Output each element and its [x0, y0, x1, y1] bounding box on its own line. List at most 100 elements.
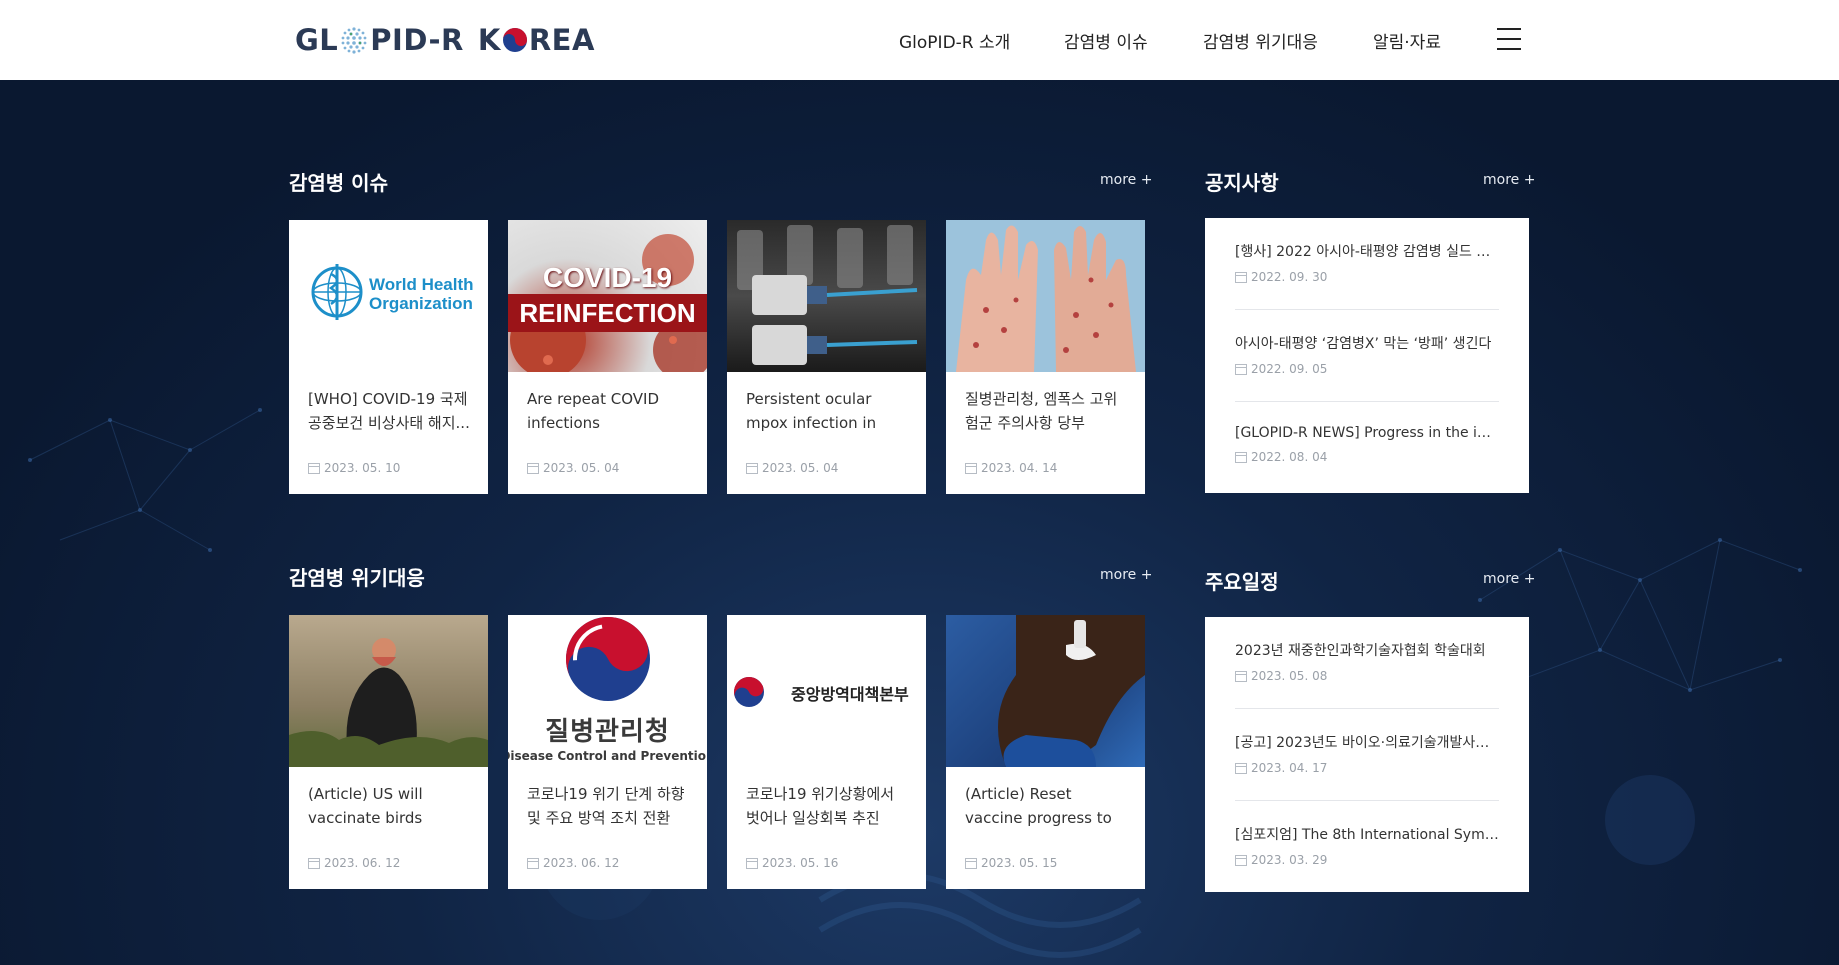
card-title: Persistent ocular mpox infection in an..…: [746, 390, 877, 432]
notice-title: 아시아-태평양 ‘감염병X’ 막는 ‘방패’ 생긴다: [1235, 336, 1492, 352]
notice-item[interactable]: [행사] 2022 아시아-태평양 감염병 실드 킥... 2022. 09. …: [1235, 241, 1499, 284]
calendar-icon: [1235, 271, 1247, 283]
notice-date: 2022. 08. 04: [1251, 450, 1328, 464]
schedule-title: 2023년 재중한인과학기술자협회 학술대회: [1235, 643, 1486, 659]
card-title: Are repeat COVID infections dangerous...: [527, 390, 660, 432]
cdsch-name: 중앙방역대책본부: [791, 685, 909, 704]
vials-graphic: [737, 225, 918, 365]
hands-graphic: [956, 225, 1136, 372]
card-date: 2023. 05. 15: [981, 856, 1058, 870]
kdca-korean-name: 질병관리청: [545, 717, 670, 747]
response-card[interactable]: (Article) US will vaccinate birds again.…: [289, 615, 488, 889]
vaccine-vials-image: [727, 220, 926, 372]
schedule-title: [공고] 2023년도 바이오·의료기술개발사업(...: [1235, 735, 1499, 751]
bird-graphic: [289, 638, 488, 767]
who-logo-line2: Organization: [369, 294, 473, 313]
calendar-icon: [308, 857, 320, 869]
section-title-response: 감염병 위기대응: [289, 566, 425, 590]
calendar-icon: [1235, 451, 1247, 463]
card-date: 2023. 05. 16: [762, 856, 839, 870]
notice-title: [GLOPID-R NEWS] Progress in the imp...: [1235, 425, 1499, 441]
issues-more-link[interactable]: more +: [1100, 172, 1152, 188]
card-date: 2023. 05. 04: [543, 461, 620, 475]
hamburger-icon[interactable]: [1497, 28, 1521, 50]
schedule-item[interactable]: [공고] 2023년도 바이오·의료기술개발사업(... 2023. 04. 1…: [1235, 732, 1499, 775]
divider: [1235, 708, 1499, 709]
section-title-schedule: 주요일정: [1205, 570, 1279, 594]
reinfection-banner: REINFECTION: [508, 294, 707, 332]
calendar-icon: [746, 857, 758, 869]
notice-date: 2022. 09. 30: [1251, 270, 1328, 284]
issue-card[interactable]: 질병관리청, 엠폭스 고위험군 주의사항 당부 2023. 04. 14: [946, 220, 1145, 494]
card-date: 2023. 06. 12: [543, 856, 620, 870]
schedule-date: 2023. 05. 08: [1251, 669, 1328, 683]
condor-bird-image: [289, 615, 488, 767]
calendar-icon: [965, 462, 977, 474]
person-graphic: [998, 615, 1145, 767]
covid-reinfection-image: COVID-19 REINFECTION: [508, 220, 707, 372]
section-title-issues: 감염병 이슈: [289, 171, 388, 195]
calendar-icon: [1235, 363, 1247, 375]
dotted-globe-icon: [341, 27, 367, 54]
card-title: 질병관리청, 엠폭스 고위험군 주의사항 당부: [965, 390, 1118, 432]
logo-text-k: K: [477, 23, 501, 57]
logo-text-mid: PID-R: [370, 23, 464, 57]
schedule-item[interactable]: 2023년 재중한인과학기술자협회 학술대회 2023. 05. 08: [1235, 640, 1499, 683]
schedule-panel: 2023년 재중한인과학기술자협회 학술대회 2023. 05. 08 [공고]…: [1205, 617, 1529, 892]
calendar-icon: [965, 857, 977, 869]
schedule-more-link[interactable]: more +: [1483, 571, 1535, 587]
who-logo-image: World Health Organization: [289, 220, 488, 372]
response-card[interactable]: 중앙방역대책본부 코로나19 위기상황에서 벗어나 일상회복 추진 2023. …: [727, 615, 926, 889]
issue-card[interactable]: World Health Organization [WHO] COVID-19…: [289, 220, 488, 494]
calendar-icon: [1235, 854, 1247, 866]
notice-title: [행사] 2022 아시아-태평양 감염병 실드 킥...: [1235, 244, 1499, 260]
card-date: 2023. 05. 10: [324, 461, 401, 475]
calendar-icon: [1235, 670, 1247, 682]
cdsch-logo-image: 중앙방역대책본부: [727, 615, 926, 767]
notice-item[interactable]: 아시아-태평양 ‘감염병X’ 막는 ‘방패’ 생긴다 2022. 09. 05: [1235, 333, 1499, 376]
response-more-link[interactable]: more +: [1100, 567, 1152, 583]
logo-text-right: REA: [528, 23, 595, 57]
site-logo[interactable]: GL PID-R K REA: [295, 22, 595, 58]
card-title: (Article) Reset vaccine progress to driv…: [965, 785, 1112, 827]
who-logo-line1: World Health: [369, 275, 474, 294]
calendar-icon: [746, 462, 758, 474]
card-title: 코로나19 위기 단계 하향 및 주요 방역 조치 전환: [527, 785, 685, 827]
nav-glopid-intro[interactable]: GloPID-R 소개: [899, 28, 1010, 53]
nav-infectious-issues[interactable]: 감염병 이슈: [1064, 28, 1148, 53]
eye-drops-image: [946, 615, 1145, 767]
response-card[interactable]: 질병관리청 Disease Control and Prevention 코로나…: [508, 615, 707, 889]
nav-notices-resources[interactable]: 알림·자료: [1373, 28, 1441, 53]
card-title: [WHO] COVID-19 국제 공중보건 비상사태 해지...: [308, 390, 470, 432]
logo-text-left: GL: [295, 23, 339, 57]
kdca-logo-image: 질병관리청 Disease Control and Prevention: [508, 615, 707, 767]
notices-more-link[interactable]: more +: [1483, 172, 1535, 188]
card-date: 2023. 05. 04: [762, 461, 839, 475]
mpox-hands-image: [946, 220, 1145, 372]
notices-panel: [행사] 2022 아시아-태평양 감염병 실드 킥... 2022. 09. …: [1205, 218, 1529, 493]
schedule-date: 2023. 03. 29: [1251, 853, 1328, 867]
site-header: GL PID-R K REA GloPID-R 소개 감염병 이슈 감염병 위기…: [0, 0, 1839, 80]
issue-card[interactable]: COVID-19 REINFECTION Are repeat COVID in…: [508, 220, 707, 494]
schedule-title: [심포지엄] The 8th International Symp...: [1235, 827, 1499, 843]
nav-crisis-response[interactable]: 감염병 위기대응: [1203, 28, 1318, 53]
taegeuk-icon: [502, 28, 527, 52]
section-title-notices: 공지사항: [1205, 171, 1279, 195]
notice-item[interactable]: [GLOPID-R NEWS] Progress in the imp... 2…: [1235, 425, 1499, 464]
kdca-english-name: Disease Control and Prevention: [508, 749, 707, 763]
schedule-item[interactable]: [심포지엄] The 8th International Symp... 202…: [1235, 824, 1499, 867]
issue-card[interactable]: Persistent ocular mpox infection in an..…: [727, 220, 926, 494]
calendar-icon: [527, 462, 539, 474]
calendar-icon: [308, 462, 320, 474]
response-card[interactable]: (Article) Reset vaccine progress to driv…: [946, 615, 1145, 889]
card-date: 2023. 04. 14: [981, 461, 1058, 475]
calendar-icon: [527, 857, 539, 869]
covid-heading: COVID-19: [542, 262, 673, 293]
calendar-icon: [1235, 762, 1247, 774]
card-date: 2023. 06. 12: [324, 856, 401, 870]
schedule-date: 2023. 04. 17: [1251, 761, 1328, 775]
card-title: (Article) US will vaccinate birds again.…: [308, 785, 423, 827]
divider: [1235, 401, 1499, 402]
divider: [1235, 309, 1499, 310]
notice-date: 2022. 09. 05: [1251, 362, 1328, 376]
